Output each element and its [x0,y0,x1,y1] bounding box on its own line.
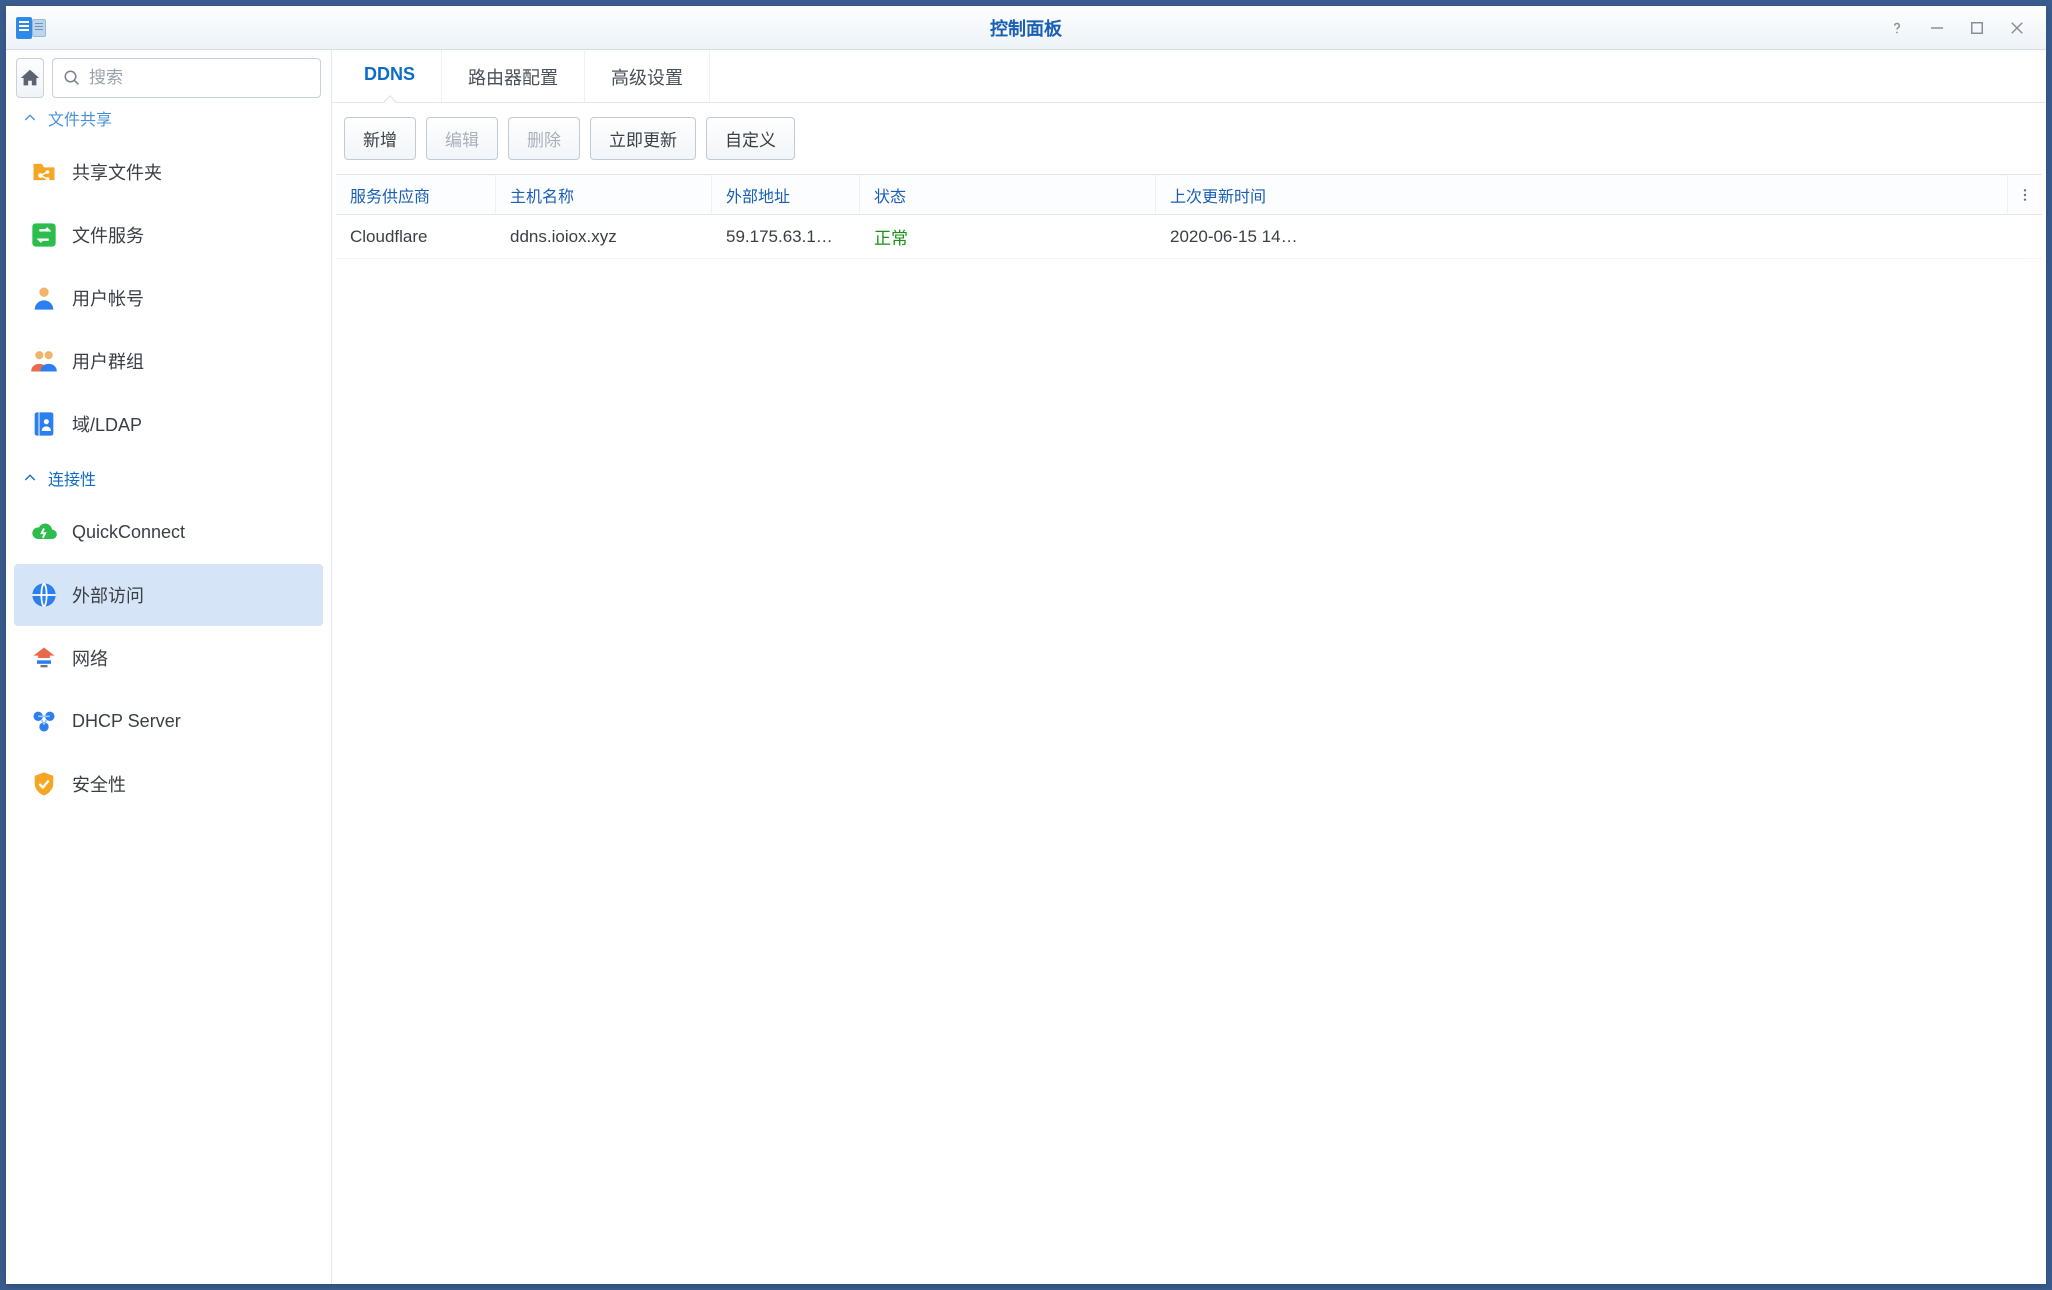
sidebar-item-label: 域/LDAP [72,411,142,437]
toolbar: 新增 编辑 删除 立即更新 自定义 [332,103,2046,174]
titlebar: 控制面板 [6,6,2046,50]
section-label: 连接性 [48,466,96,490]
shield-icon [30,770,58,798]
sidebar-item-security[interactable]: 安全性 [14,753,323,815]
sidebar-item-label: 安全性 [72,771,126,797]
dhcp-icon [30,707,58,735]
chevron-up-icon [22,470,38,486]
table-header: 服务供应商 主机名称 外部地址 状态 上次更新时间 [336,175,2042,215]
delete-button[interactable]: 删除 [508,117,580,160]
update-now-button[interactable]: 立即更新 [590,117,696,160]
folder-share-icon [30,158,58,186]
group-icon [30,347,58,375]
window-title: 控制面板 [6,15,2046,41]
cell-last-update: 2020-06-15 14… [1156,227,2008,247]
help-button[interactable] [1886,17,1908,39]
ddns-table: 服务供应商 主机名称 外部地址 状态 上次更新时间 Cloudflare ddn… [336,174,2042,1284]
sidebar: 文件共享 共享文件夹 文件服务 用户帐号 用户群组 [6,50,332,1284]
tab-label: 高级设置 [611,68,683,88]
column-options-button[interactable] [2008,187,2042,203]
main-panel: DDNS 路由器配置 高级设置 新增 编辑 删除 立即更新 自定义 服务供应商 … [332,50,2046,1284]
tab-label: 路由器配置 [468,68,558,88]
user-icon [30,284,58,312]
tab-label: DDNS [364,64,415,84]
column-external-ip[interactable]: 外部地址 [712,175,860,214]
minimize-button[interactable] [1926,17,1948,39]
column-status[interactable]: 状态 [860,175,1156,214]
book-icon [30,410,58,438]
sidebar-item-group[interactable]: 用户群组 [14,330,323,392]
search-icon [63,69,81,87]
home-button[interactable] [16,58,44,98]
search-field[interactable] [52,58,321,98]
sidebar-item-label: QuickConnect [72,522,185,543]
sidebar-item-dhcp[interactable]: DHCP Server [14,690,323,752]
edit-button[interactable]: 编辑 [426,117,498,160]
app-icon [16,15,46,41]
sidebar-item-quickconnect[interactable]: QuickConnect [14,501,323,563]
window-body: 文件共享 共享文件夹 文件服务 用户帐号 用户群组 [6,50,2046,1284]
sidebar-item-external-access[interactable]: 外部访问 [14,564,323,626]
kebab-icon [2017,187,2033,203]
section-label: 文件共享 [48,106,112,130]
cloud-bolt-icon [30,518,58,546]
sidebar-item-shared-folder[interactable]: 共享文件夹 [14,141,323,203]
sidebar-item-network[interactable]: 网络 [14,627,323,689]
globe-icon [30,581,58,609]
sidebar-item-label: 网络 [72,645,108,671]
sidebar-item-label: 用户帐号 [72,285,144,311]
home-icon [19,67,41,89]
sidebar-item-label: 共享文件夹 [72,159,162,185]
search-input[interactable] [89,68,310,88]
tab-router[interactable]: 路由器配置 [442,50,585,102]
section-file-sharing[interactable]: 文件共享 [6,106,331,140]
column-hostname[interactable]: 主机名称 [496,175,712,214]
sidebar-item-label: 外部访问 [72,582,144,608]
sidebar-item-user[interactable]: 用户帐号 [14,267,323,329]
cell-hostname: ddns.ioiox.xyz [496,227,712,247]
sidebar-top [6,50,331,106]
sidebar-item-label: 文件服务 [72,222,144,248]
cell-external-ip: 59.175.63.1… [712,227,860,247]
section-connectivity[interactable]: 连接性 [6,456,331,500]
sidebar-scroll[interactable]: 文件共享 共享文件夹 文件服务 用户帐号 用户群组 [6,106,331,1284]
network-icon [30,644,58,672]
chevron-up-icon [22,110,38,126]
sidebar-item-domain-ldap[interactable]: 域/LDAP [14,393,323,455]
file-services-icon [30,221,58,249]
cell-provider: Cloudflare [336,227,496,247]
sidebar-item-label: DHCP Server [72,711,181,732]
tab-advanced[interactable]: 高级设置 [585,50,710,102]
maximize-button[interactable] [1966,17,1988,39]
sidebar-item-label: 用户群组 [72,348,144,374]
add-button[interactable]: 新增 [344,117,416,160]
tab-ddns[interactable]: DDNS [338,50,442,102]
custom-button[interactable]: 自定义 [706,117,795,160]
sidebar-item-file-services[interactable]: 文件服务 [14,204,323,266]
tabs: DDNS 路由器配置 高级设置 [332,50,2046,103]
column-last-update[interactable]: 上次更新时间 [1156,175,2008,214]
cell-status: 正常 [860,224,1156,249]
close-button[interactable] [2006,17,2028,39]
control-panel-window: 控制面板 文件共享 [6,6,2046,1284]
table-row[interactable]: Cloudflare ddns.ioiox.xyz 59.175.63.1… 正… [336,215,2042,259]
column-provider[interactable]: 服务供应商 [336,175,496,214]
window-controls [1886,17,2046,39]
